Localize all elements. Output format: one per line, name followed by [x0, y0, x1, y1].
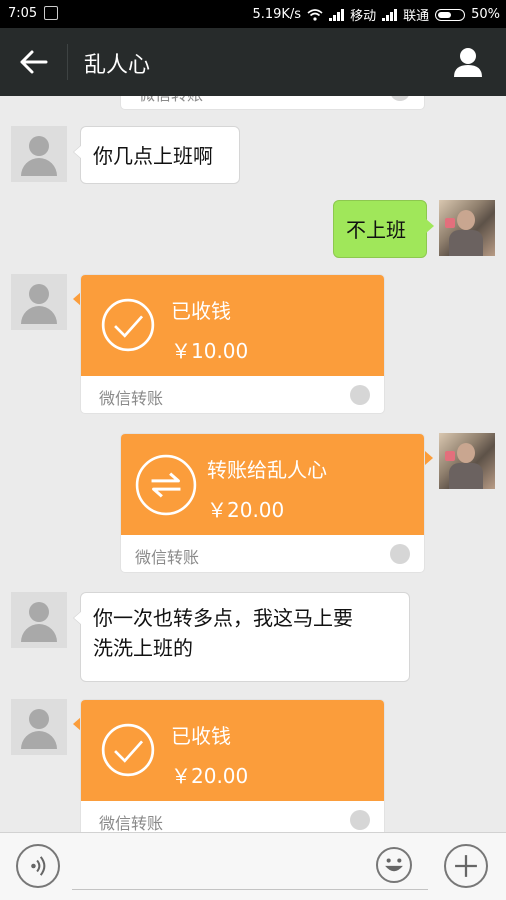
plus-icon[interactable]	[444, 844, 488, 888]
contact-avatar[interactable]	[11, 592, 67, 648]
profile-icon[interactable]	[452, 46, 484, 78]
emoji-icon[interactable]	[376, 847, 412, 883]
own-message-bubble[interactable]: 不上班	[333, 200, 434, 258]
chat-header: 乱人心	[0, 28, 506, 96]
status-bar: 7:05 5.19K/s 移动 联通 50%	[0, 0, 506, 28]
transfer-footer: 微信转账	[99, 389, 164, 408]
input-bar	[0, 832, 506, 900]
message-text-line-1: 你一次也转多点，我这马上要	[93, 606, 353, 630]
transfer-title: 转账给乱人心	[207, 458, 327, 482]
transfer-status: 已收钱	[171, 724, 231, 748]
message-bubble[interactable]: 你一次也转多点，我这马上要 洗洗上班的	[73, 592, 410, 682]
message-bubble[interactable]: 你几点上班啊	[73, 126, 240, 184]
status-time: 7:05	[8, 6, 38, 21]
chat-title: 乱人心	[84, 53, 151, 78]
shield-icon	[350, 385, 370, 405]
message-input[interactable]	[72, 889, 428, 890]
message-text-line-2: 洗洗上班的	[93, 636, 193, 660]
network-speed: 5.19K/s	[252, 7, 302, 22]
wifi-icon	[307, 8, 323, 21]
back-arrow-icon[interactable]	[18, 48, 50, 76]
shield-icon	[390, 544, 410, 564]
transfer-card-received[interactable]: 已收钱 ￥10.00 微信转账	[80, 274, 385, 414]
transfer-footer: 微信转账	[139, 96, 203, 105]
contact-avatar[interactable]	[11, 126, 67, 182]
carrier-2: 联通	[403, 9, 430, 24]
transfer-status: 已收钱	[171, 299, 231, 323]
message-text: 不上班	[346, 218, 406, 242]
carrier-1: 移动	[350, 9, 377, 24]
contact-avatar[interactable]	[11, 274, 67, 330]
transfer-amount: ￥20.00	[207, 498, 285, 522]
check-icon	[101, 723, 155, 777]
transfer-footer: 微信转账	[135, 548, 200, 567]
transfer-amount: ￥10.00	[171, 339, 249, 363]
check-icon	[101, 298, 155, 352]
transfer-card-received[interactable]: 已收钱 ￥20.00 微信转账	[80, 699, 385, 832]
chat-messages[interactable]: 微信转账 你几点上班啊 不上班 已收钱 ￥10.00 微信转账	[0, 96, 506, 832]
status-indicators: 5.19K/s 移动 联通 50%	[252, 5, 500, 24]
own-avatar[interactable]	[439, 433, 495, 489]
battery-icon	[435, 8, 466, 21]
shield-icon	[390, 96, 410, 101]
message-text: 你几点上班啊	[93, 144, 213, 168]
own-avatar[interactable]	[439, 200, 495, 256]
voice-icon[interactable]	[16, 844, 60, 888]
header-divider	[67, 44, 68, 80]
shield-icon	[350, 810, 370, 830]
transfer-amount: ￥20.00	[171, 764, 249, 788]
signal-icon-2	[382, 8, 398, 21]
transfer-footer: 微信转账	[99, 814, 164, 832]
transfer-arrows-icon	[135, 454, 197, 516]
transfer-card-sent[interactable]: 转账给乱人心 ￥20.00 微信转账	[120, 433, 425, 573]
transfer-card-partial[interactable]: 微信转账	[120, 96, 425, 110]
signal-icon-1	[329, 8, 345, 21]
contact-avatar[interactable]	[11, 699, 67, 755]
battery-level: 50%	[471, 7, 500, 22]
bubble-tail	[425, 451, 433, 465]
notification-icon	[44, 6, 58, 20]
